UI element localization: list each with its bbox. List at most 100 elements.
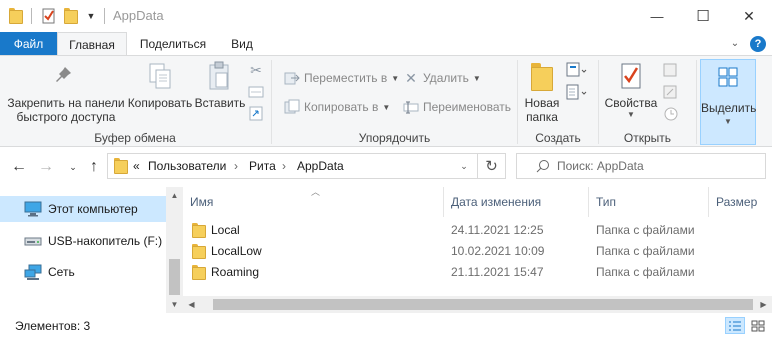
column-header-size[interactable]: Размер — [709, 187, 772, 217]
nav-pane-scrollbar[interactable]: ▲ ▼ — [166, 187, 183, 313]
copy-path-icon[interactable] — [248, 85, 264, 99]
breadcrumb-appdata[interactable]: AppData — [297, 159, 344, 173]
column-header-type[interactable]: Тип — [589, 187, 708, 217]
scrollbar-thumb[interactable] — [169, 259, 180, 295]
breadcrumb-separator[interactable]: › — [282, 159, 286, 173]
table-row[interactable]: LocalLow 10.02.2021 10:09 Папка с файлам… — [183, 241, 772, 262]
paste-label: Вставить — [194, 96, 246, 110]
nav-item-network[interactable]: Сеть — [0, 259, 166, 285]
copy-to-button[interactable]: Копировать в ▼ — [284, 97, 390, 117]
ribbon-panel: Закрепить на панели быстрого доступа Коп… — [0, 55, 772, 147]
large-icons-view-icon[interactable] — [748, 317, 768, 334]
properties-checkmark-icon[interactable] — [40, 7, 58, 25]
properties-button[interactable]: Свойства ▼ — [603, 60, 659, 119]
copy-button[interactable]: Копировать — [127, 60, 193, 110]
forward-arrow-icon[interactable]: → — [36, 157, 56, 177]
new-item-icon[interactable] — [566, 62, 588, 80]
scroll-left-icon[interactable]: ◀ — [183, 296, 200, 313]
copy-icon — [147, 60, 173, 94]
group-divider — [696, 60, 697, 144]
table-row[interactable]: Local 24.11.2021 12:25 Папка с файлами — [183, 220, 772, 241]
maximize-button[interactable]: ☐ — [680, 0, 726, 32]
folder-icon — [192, 265, 206, 283]
copy-to-label: Копировать в — [304, 100, 379, 114]
recent-locations-chevron-icon[interactable]: ⌄ — [63, 157, 83, 177]
scroll-right-icon[interactable]: ▶ — [755, 296, 772, 313]
details-view-icon[interactable] — [725, 317, 745, 334]
new-folder-button[interactable]: Новая папка — [523, 60, 561, 124]
paste-clipboard-icon — [207, 60, 233, 94]
breadcrumb-rita[interactable]: Рита — [249, 159, 276, 173]
item-count: Элементов: 3 — [15, 319, 91, 333]
up-arrow-icon[interactable]: ↑ — [84, 157, 104, 177]
delete-x-icon: ✕ — [405, 69, 417, 86]
tab-view[interactable]: Вид — [218, 32, 266, 56]
scroll-down-icon[interactable]: ▼ — [166, 296, 183, 313]
select-grid-icon — [718, 67, 738, 87]
divider — [104, 8, 105, 24]
new-group-label: Создать — [535, 131, 581, 145]
navigation-bar: ← → ⌄ ↑ « Пользователи › Рита › AppData … — [0, 147, 772, 187]
file-name: Roaming — [211, 265, 260, 279]
folder-icon — [192, 223, 206, 241]
customize-toolbar-chevron-icon[interactable]: ▼ — [84, 7, 98, 25]
collapse-ribbon-chevron-icon[interactable]: ⌄ — [728, 37, 742, 51]
move-to-icon — [284, 70, 300, 86]
scrollbar-thumb[interactable] — [213, 299, 753, 310]
new-folder-icon[interactable] — [63, 7, 79, 25]
navigation-pane: Этот компьютер USB-накопитель (F:) Сеть … — [0, 187, 183, 313]
help-button[interactable]: ? — [750, 36, 766, 52]
pin-to-quick-access-button[interactable]: Закрепить на панели быстрого доступа — [6, 60, 126, 124]
refresh-icon[interactable]: ↻ — [477, 154, 505, 178]
breadcrumb-overflow[interactable]: « — [133, 159, 140, 173]
rename-button[interactable]: Переименовать — [403, 97, 511, 117]
file-list-horizontal-scrollbar[interactable]: ◀ ▶ — [183, 296, 772, 313]
organize-group-label: Упорядочить — [358, 131, 431, 145]
address-history-chevron-icon[interactable]: ⌄ — [452, 154, 476, 178]
table-row[interactable]: Roaming 21.11.2021 15:47 Папка с файлами — [183, 262, 772, 283]
tab-home[interactable]: Главная — [57, 32, 127, 56]
title-bar: ▼ AppData — ☐ ✕ — [0, 0, 772, 32]
file-date: 10.02.2021 10:09 — [451, 244, 545, 258]
dropdown-chevron-icon: ▼ — [627, 110, 635, 119]
back-arrow-icon[interactable]: ← — [9, 157, 29, 177]
edit-icon[interactable] — [662, 84, 680, 100]
new-folder-label-line-2: папка — [526, 110, 558, 124]
breadcrumb-separator[interactable]: › — [234, 159, 238, 173]
breadcrumb-users[interactable]: Пользователи — [148, 159, 226, 173]
move-to-button[interactable]: Переместить в ▼ — [284, 68, 399, 88]
move-to-label: Переместить в — [304, 71, 388, 85]
folder-icon[interactable] — [8, 7, 24, 25]
window-title: AppData — [113, 8, 164, 23]
column-header-name[interactable]: Имя — [183, 187, 443, 217]
minimize-button[interactable]: — — [634, 0, 680, 32]
paste-button[interactable]: Вставить — [193, 60, 247, 110]
nav-item-usb-drive[interactable]: USB-накопитель (F:) — [0, 228, 166, 254]
cut-scissors-icon[interactable]: ✂ — [248, 62, 264, 78]
file-type: Папка с файлами — [596, 265, 695, 279]
search-icon — [535, 158, 551, 174]
search-input[interactable]: Поиск: AppData — [557, 159, 644, 173]
address-bar[interactable]: « Пользователи › Рита › AppData ⌄ ↻ — [107, 153, 506, 179]
file-date: 21.11.2021 15:47 — [451, 265, 544, 279]
select-button[interactable]: Выделить ▼ — [700, 59, 756, 145]
tab-file[interactable]: Файл — [0, 32, 57, 56]
clipboard-group-label: Буфер обмена — [94, 131, 176, 145]
tab-share[interactable]: Поделиться — [128, 32, 218, 56]
properties-checkmark-icon — [619, 60, 643, 94]
select-label: Выделить — [701, 101, 757, 115]
paste-shortcut-icon[interactable] — [248, 105, 264, 121]
easy-access-icon[interactable] — [566, 84, 588, 102]
search-box[interactable]: Поиск: AppData — [516, 153, 766, 179]
status-bar: Элементов: 3 — [0, 313, 772, 338]
nav-item-label: Сеть — [48, 265, 75, 279]
nav-item-this-pc[interactable]: Этот компьютер — [0, 196, 166, 222]
properties-label: Свойства — [604, 96, 658, 110]
scroll-up-icon[interactable]: ▲ — [166, 187, 183, 204]
close-button[interactable]: ✕ — [726, 0, 772, 32]
history-clock-icon[interactable] — [662, 106, 680, 122]
delete-button[interactable]: ✕ Удалить ▼ — [403, 68, 481, 88]
open-icon[interactable] — [662, 62, 680, 78]
folder-icon — [114, 158, 128, 177]
column-header-date[interactable]: Дата изменения — [444, 187, 588, 217]
